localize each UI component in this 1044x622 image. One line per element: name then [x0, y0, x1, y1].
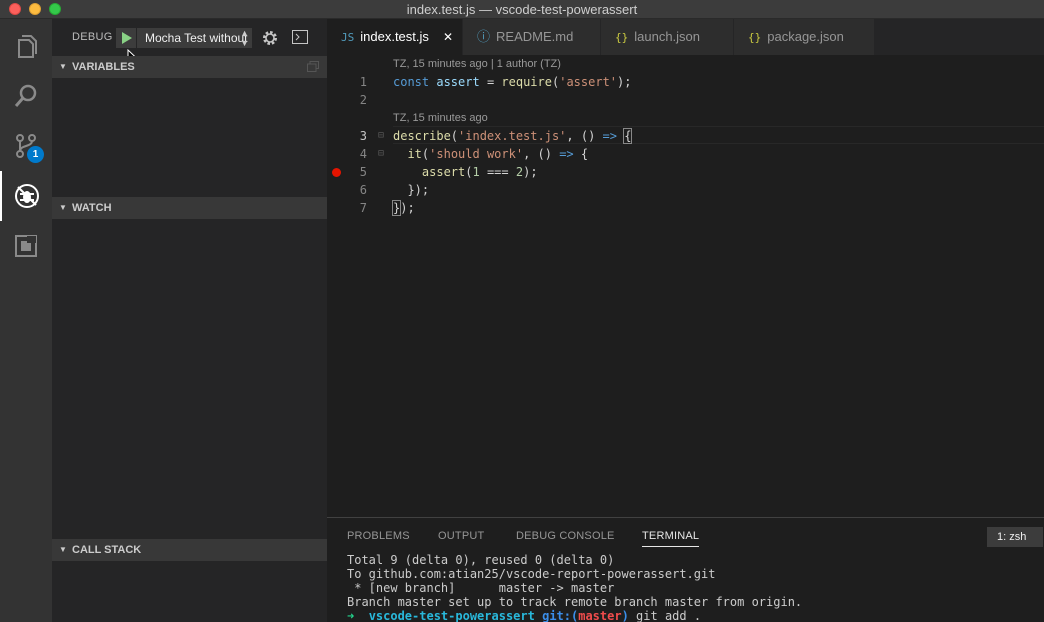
prompt-branch: master [578, 609, 622, 622]
activity-bar: 1 [0, 19, 52, 622]
tab-problems[interactable]: PROBLEMS [347, 530, 410, 542]
chevron-down-icon: ▼ [59, 62, 67, 71]
terminal-prompt-line[interactable]: ➜ vscode-test-powerassert git:(master) g… [347, 609, 701, 622]
tab-label: README.md [496, 29, 574, 44]
codelens-blame[interactable]: TZ, 15 minutes ago [393, 112, 488, 124]
bottom-panel: PROBLEMS OUTPUT DEBUG CONSOLE TERMINAL 1… [327, 517, 1044, 622]
extensions-icon [15, 235, 37, 257]
tab-label: package.json [767, 29, 844, 44]
code-line-5: assert(1 === 2); [421, 165, 538, 179]
tab-index-test-js[interactable]: JS index.test.js ✕ [327, 19, 462, 55]
line-number: 6 [359, 183, 367, 197]
prompt-arrow-icon: ➜ [347, 609, 355, 622]
watch-title: WATCH [72, 202, 112, 214]
debug-sidebar: DEBUG Mocha Test without ▲ ▼ ▼ VARIABLES … [52, 19, 327, 622]
line-number: 2 [359, 93, 367, 107]
info-icon: ⓘ [477, 30, 491, 45]
variables-title: VARIABLES [72, 61, 135, 73]
collapse-all-icon[interactable] [307, 61, 319, 72]
line-number: 3 [359, 129, 367, 143]
terminal-line: Total 9 (delta 0), reused 0 (delta 0) [347, 553, 615, 567]
debug-icon [15, 184, 39, 208]
start-debugging-button[interactable] [116, 28, 136, 48]
codelens-blame[interactable]: TZ, 15 minutes ago | 1 author (TZ) [393, 58, 561, 70]
select-arrows-icon: ▲ ▼ [240, 28, 249, 48]
launch-config-select[interactable]: Mocha Test without ▲ ▼ [137, 28, 252, 48]
chevron-down-icon: ▼ [59, 545, 67, 554]
activity-debug[interactable] [0, 171, 52, 221]
debug-label: DEBUG [72, 31, 113, 43]
prompt-command: git add . [636, 609, 702, 622]
editor-tab-bar: JS index.test.js ✕ ⓘ README.md {} launch.js… [327, 19, 1044, 55]
terminal-line: To github.com:atian25/vscode-report-powe… [347, 567, 716, 581]
prompt-directory: vscode-test-powerassert [368, 609, 535, 622]
tab-output[interactable]: OUTPUT [438, 530, 484, 542]
title-bar: index.test.js — vscode-test-powerassert [0, 0, 1044, 19]
code-line-1: const assert = require('assert'); [393, 75, 632, 89]
call-stack-title: CALL STACK [72, 544, 142, 556]
close-icon[interactable]: ✕ [443, 19, 453, 55]
debug-console-icon[interactable] [292, 30, 308, 44]
fold-icon[interactable]: ⊟ [378, 130, 384, 141]
code-line-4: it('should work', () => { [407, 147, 589, 161]
variables-section-header[interactable]: ▼ VARIABLES [52, 56, 327, 78]
gear-icon[interactable] [261, 29, 279, 47]
line-number: 1 [359, 75, 367, 89]
json-file-icon: {} [748, 31, 762, 44]
code-line-7: }); [391, 200, 415, 216]
tab-terminal[interactable]: TERMINAL [642, 530, 700, 547]
tab-package-json[interactable]: {} package.json [734, 19, 874, 55]
javascript-file-icon: JS [341, 31, 355, 44]
tab-label: index.test.js [360, 29, 429, 44]
code-line-6: }); [393, 183, 430, 197]
activity-explorer[interactable] [0, 21, 52, 71]
prompt-git: git:( [542, 609, 579, 622]
watch-section-header[interactable]: ▼ WATCH [52, 197, 327, 219]
activity-source-control[interactable]: 1 [0, 121, 52, 171]
source-control-badge: 1 [27, 146, 44, 163]
breakpoint-icon[interactable] [332, 168, 341, 177]
files-icon [18, 35, 37, 58]
line-number: 5 [359, 165, 367, 179]
tab-debug-console[interactable]: DEBUG CONSOLE [516, 530, 615, 542]
terminal-line: Branch master set up to track remote bra… [347, 595, 803, 609]
prompt-git-close: ) [621, 609, 629, 622]
terminal-select[interactable]: 1: zsh [987, 527, 1043, 547]
call-stack-section-header[interactable]: ▼ CALL STACK [52, 539, 327, 561]
terminal-line: * [new branch] master -> master [347, 581, 615, 595]
activity-extensions[interactable] [0, 221, 52, 271]
window-title: index.test.js — vscode-test-powerassert [406, 2, 638, 17]
tab-label: launch.json [634, 29, 701, 44]
line-number: 7 [359, 201, 367, 215]
activity-search[interactable] [0, 71, 52, 121]
debug-toolbar: DEBUG Mocha Test without ▲ ▼ [52, 19, 327, 56]
tab-readme-md[interactable]: ⓘ README.md [463, 19, 600, 55]
code-editor[interactable]: TZ, 15 minutes ago | 1 author (TZ) 1 con… [327, 55, 1044, 517]
chevron-down-icon: ▼ [59, 203, 67, 212]
tab-launch-json[interactable]: {} launch.json [601, 19, 733, 55]
search-icon [14, 84, 37, 107]
code-line-3: describe('index.test.js', () => { [393, 128, 633, 144]
line-number: 4 [359, 147, 367, 161]
json-file-icon: {} [615, 31, 629, 44]
launch-config-value: Mocha Test without [145, 31, 248, 45]
fold-icon[interactable]: ⊟ [378, 148, 384, 159]
